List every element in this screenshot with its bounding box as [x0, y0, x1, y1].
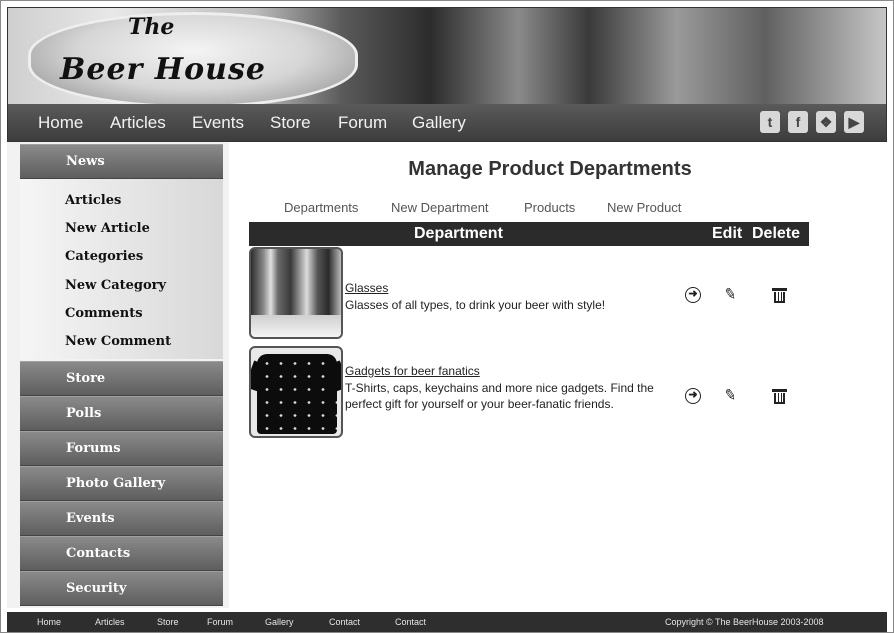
sidebar-section-events[interactable]: Events — [20, 501, 223, 536]
department-image-glasses[interactable] — [249, 247, 343, 339]
nav-gallery[interactable]: Gallery — [412, 113, 466, 133]
delete-trash-icon[interactable] — [772, 286, 787, 303]
youtube-icon[interactable]: ▶ — [844, 111, 864, 133]
site-header: The Beer House Home Articles Events Stor… — [7, 7, 887, 142]
department-description: T-Shirts, caps, keychains and more nice … — [345, 381, 654, 411]
sidebar-item-new-category[interactable]: New Category — [65, 278, 166, 293]
department-name-link[interactable]: Gadgets for beer fanatics — [345, 364, 480, 378]
nav-store[interactable]: Store — [270, 113, 311, 133]
sidebar-item-new-comment[interactable]: New Comment — [65, 334, 171, 349]
subnav-departments[interactable]: Departments — [284, 200, 358, 215]
delete-trash-icon[interactable] — [772, 387, 787, 404]
logo-the-text: The — [128, 14, 175, 40]
footer-link-forum[interactable]: Forum — [207, 617, 233, 627]
view-arrow-icon[interactable]: ➜ — [685, 287, 701, 303]
twitter-icon[interactable]: t — [760, 111, 780, 133]
news-submenu — [20, 179, 223, 359]
col-delete: Delete — [752, 225, 801, 242]
view-arrow-icon[interactable]: ➜ — [685, 388, 701, 404]
facebook-icon[interactable]: f — [788, 111, 808, 133]
sidebar-section-security[interactable]: Security — [20, 571, 223, 606]
sidebar-section-photo-gallery[interactable]: Photo Gallery — [20, 466, 223, 501]
page-title: Manage Product Departments — [408, 158, 692, 180]
sidebar-section-store[interactable]: Store — [20, 361, 223, 396]
sidebar-item-articles[interactable]: Articles — [65, 193, 121, 208]
footer-link-home[interactable]: Home — [37, 617, 61, 627]
department-description: Glasses of all types, to drink your beer… — [345, 298, 606, 312]
subnav-new-department[interactable]: New Department — [391, 200, 489, 215]
col-edit: Edit — [712, 225, 743, 242]
footer-link-contact[interactable]: Contact — [329, 617, 360, 627]
footer-link-contact[interactable]: Contact — [395, 617, 426, 627]
footer-link-gallery[interactable]: Gallery — [265, 617, 294, 627]
sidebar-item-categories[interactable]: Categories — [65, 249, 143, 264]
t-shirt-image — [257, 354, 337, 434]
sidebar-section-polls[interactable]: Polls — [20, 396, 223, 431]
department-image-gadgets[interactable] — [249, 346, 343, 438]
sidebar-item-new-article[interactable]: New Article — [65, 221, 150, 236]
footer-link-store[interactable]: Store — [157, 617, 179, 627]
subnav-new-product[interactable]: New Product — [607, 200, 681, 215]
sidebar-item-comments[interactable]: Comments — [65, 306, 143, 321]
header-banner: The Beer House — [8, 8, 886, 108]
site-footer: Home Articles Store Forum Gallery Contac… — [7, 612, 887, 632]
nav-forum[interactable]: Forum — [338, 113, 387, 133]
footer-copyright: Copyright © The BeerHouse 2003-2008 — [665, 617, 824, 627]
sidebar: News Articles New Article Categories New… — [7, 142, 229, 608]
logo-main-text[interactable]: Beer House — [60, 52, 266, 87]
departments-table-header: Department Edit Delete — [249, 222, 809, 246]
sidebar-section-forums[interactable]: Forums — [20, 431, 223, 466]
footer-link-articles[interactable]: Articles — [95, 617, 125, 627]
col-department: Department — [414, 225, 503, 242]
sidebar-section-contacts[interactable]: Contacts — [20, 536, 223, 571]
nav-events[interactable]: Events — [192, 113, 244, 133]
nav-articles[interactable]: Articles — [110, 113, 166, 133]
top-nav: Home Articles Events Store Forum Gallery — [8, 104, 886, 141]
nav-home[interactable]: Home — [38, 113, 83, 133]
subnav-products[interactable]: Products — [524, 200, 575, 215]
delicious-icon[interactable]: ❖ — [816, 111, 836, 133]
department-name-link[interactable]: Glasses — [345, 281, 388, 295]
sidebar-section-news[interactable]: News — [20, 144, 223, 179]
